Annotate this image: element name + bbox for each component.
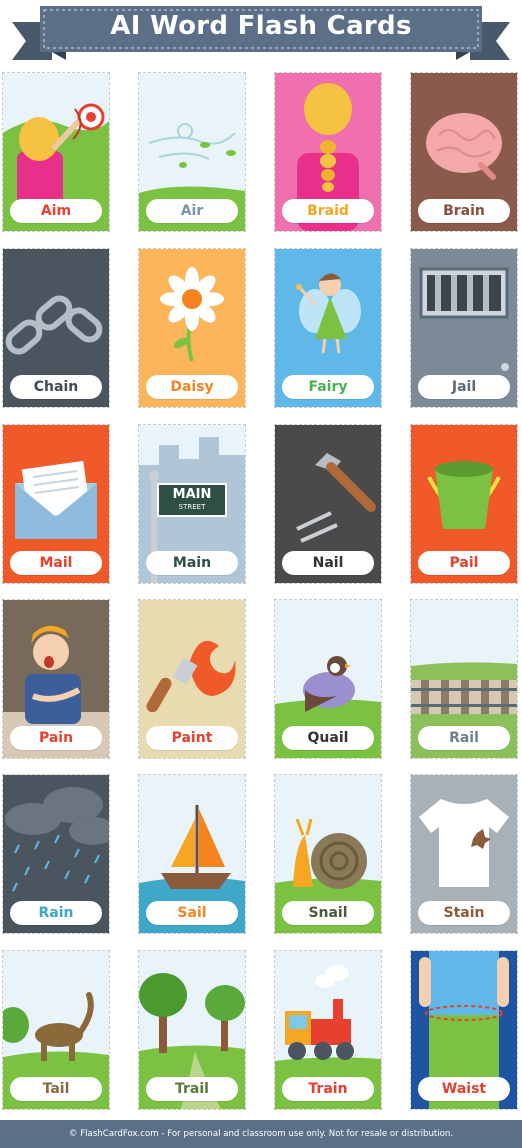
card-trail[interactable]: Trail [138,950,246,1110]
card-rail[interactable]: Rail [410,599,518,759]
card-label: Paint [146,726,238,750]
card-pain[interactable]: Pain [2,599,110,759]
sign-line-2: STREET [178,503,206,511]
card-label: Rain [10,901,102,925]
card-tail[interactable]: Tail [2,950,110,1110]
card-label: Pail [418,551,510,575]
card-quail[interactable]: Quail [274,599,382,759]
card-label: Sail [146,901,238,925]
card-rain[interactable]: Rain [2,774,110,934]
card-air[interactable]: Air [138,72,246,232]
card-jail[interactable]: Jail [410,248,518,408]
card-label: Pain [10,726,102,750]
card-snail[interactable]: Snail [274,774,382,934]
card-chain[interactable]: Chain [2,248,110,408]
card-label: Snail [282,901,374,925]
card-label: Train [282,1077,374,1101]
card-label: Jail [418,375,510,399]
card-label: Rail [418,726,510,750]
card-brain[interactable]: Brain [410,72,518,232]
card-daisy[interactable]: Daisy [138,248,246,408]
card-label: Mail [10,551,102,575]
card-label: Tail [10,1077,102,1101]
card-paint[interactable]: Paint [138,599,246,759]
card-mail[interactable]: Mail [2,424,110,584]
card-label: Quail [282,726,374,750]
card-label: Fairy [282,375,374,399]
card-label: Daisy [146,375,238,399]
card-label: Trail [146,1077,238,1101]
card-train[interactable]: Train [274,950,382,1110]
copyright-footer: © FlashCardFox.com - For personal and cl… [0,1120,522,1148]
card-label: Chain [10,375,102,399]
card-nail[interactable]: Nail [274,424,382,584]
card-label: Aim [10,199,102,223]
card-stain[interactable]: Stain [410,774,518,934]
card-braid[interactable]: Braid [274,72,382,232]
page-title: AI Word Flash Cards [110,11,412,41]
card-label: Nail [282,551,374,575]
card-fairy[interactable]: Fairy [274,248,382,408]
card-label: Stain [418,901,510,925]
title-banner: AI Word Flash Cards [12,4,510,64]
main-street-sign: MAIN STREET [157,483,227,517]
card-pail[interactable]: Pail [410,424,518,584]
card-label: Braid [282,199,374,223]
card-sail[interactable]: Sail [138,774,246,934]
card-main[interactable]: MAIN STREET Main [138,424,246,584]
card-label: Waist [418,1077,510,1101]
card-label: Air [146,199,238,223]
sign-line-1: MAIN [172,487,212,502]
card-label: Brain [418,199,510,223]
card-waist[interactable]: Waist [410,950,518,1110]
card-aim[interactable]: Aim [2,72,110,232]
card-label: Main [146,551,238,575]
